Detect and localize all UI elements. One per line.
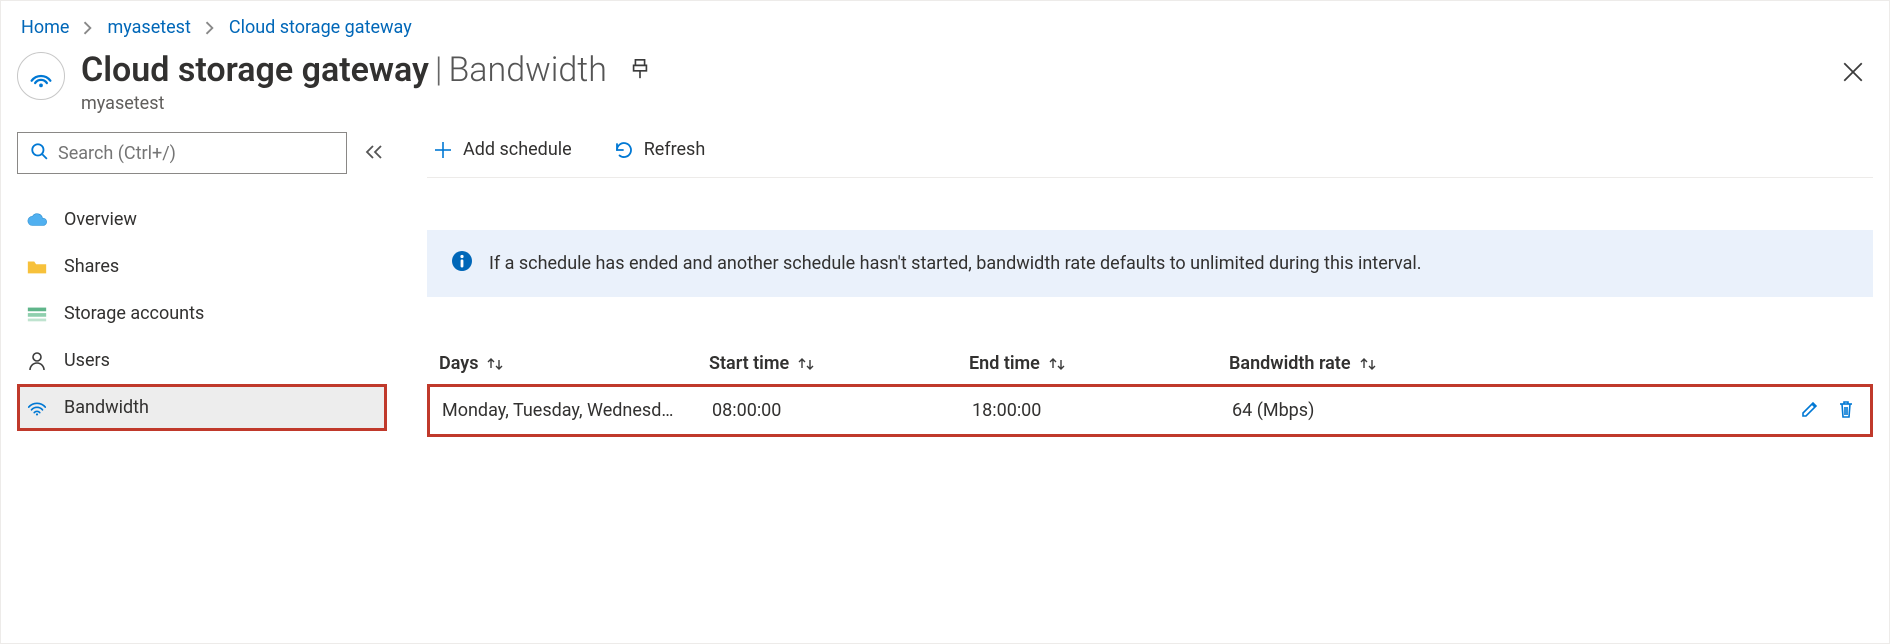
sidebar-item-label: Shares xyxy=(64,256,119,277)
chevron-right-icon xyxy=(83,21,93,35)
sidebar-item-label: Storage accounts xyxy=(64,303,204,324)
search-input-wrapper[interactable] xyxy=(17,132,347,174)
cell-days: Monday, Tuesday, Wednesd… xyxy=(442,400,712,421)
toolbar: Add schedule Refresh xyxy=(427,132,1873,178)
sidebar-item-users[interactable]: Users xyxy=(17,337,387,384)
sidebar-item-label: Overview xyxy=(64,209,137,230)
info-banner: If a schedule has ended and another sche… xyxy=(427,230,1873,297)
table-header: Days Start time End time xyxy=(427,343,1873,384)
search-input[interactable] xyxy=(56,142,334,165)
cell-end-time: 18:00:00 xyxy=(972,400,1232,421)
info-message: If a schedule has ended and another sche… xyxy=(489,253,1422,274)
add-schedule-button[interactable]: Add schedule xyxy=(427,138,578,161)
schedule-table: Days Start time End time xyxy=(427,343,1873,437)
column-header-end-time[interactable]: End time xyxy=(969,353,1229,374)
chevron-right-icon xyxy=(205,21,215,35)
page-title: Cloud storage gateway|Bandwidth xyxy=(81,52,607,89)
refresh-button[interactable]: Refresh xyxy=(608,138,712,161)
resource-subtitle: myasetest xyxy=(81,93,655,114)
cell-start-time: 08:00:00 xyxy=(712,400,972,421)
table-row[interactable]: Monday, Tuesday, Wednesd… 08:00:00 18:00… xyxy=(427,384,1873,437)
sort-icon xyxy=(1359,356,1377,372)
user-icon xyxy=(24,351,50,371)
column-header-start-time[interactable]: Start time xyxy=(709,353,969,374)
sort-icon xyxy=(797,356,815,372)
cell-bandwidth-rate: 64 (Mbps) xyxy=(1232,400,1778,421)
close-button[interactable] xyxy=(1839,58,1867,89)
breadcrumb-home[interactable]: Home xyxy=(21,17,69,38)
column-header-bandwidth-rate[interactable]: Bandwidth rate xyxy=(1229,353,1781,374)
edit-row-button[interactable] xyxy=(1798,397,1822,424)
gateway-icon xyxy=(17,52,65,100)
pin-button[interactable] xyxy=(625,54,655,87)
refresh-label: Refresh xyxy=(644,139,706,160)
breadcrumb: Home myasetest Cloud storage gateway xyxy=(17,11,1873,48)
sidebar: Overview Shares Storage accounts Users xyxy=(17,132,387,437)
content: Add schedule Refresh If a schedule has e… xyxy=(387,132,1873,437)
breadcrumb-blade[interactable]: Cloud storage gateway xyxy=(229,17,412,38)
delete-row-button[interactable] xyxy=(1834,397,1858,424)
sidebar-item-bandwidth[interactable]: Bandwidth xyxy=(17,384,387,431)
sidebar-item-overview[interactable]: Overview xyxy=(17,196,387,243)
storage-icon xyxy=(24,305,50,323)
sort-icon xyxy=(486,356,504,372)
sidebar-item-label: Bandwidth xyxy=(64,397,149,418)
cloud-icon xyxy=(24,211,50,229)
column-header-days[interactable]: Days xyxy=(439,353,709,374)
sidebar-item-label: Users xyxy=(64,350,110,371)
wifi-icon xyxy=(24,399,50,417)
breadcrumb-resource[interactable]: myasetest xyxy=(107,17,190,38)
collapse-sidebar-button[interactable] xyxy=(361,140,387,167)
folder-icon xyxy=(24,258,50,276)
sidebar-item-storage-accounts[interactable]: Storage accounts xyxy=(17,290,387,337)
sidebar-item-shares[interactable]: Shares xyxy=(17,243,387,290)
add-schedule-label: Add schedule xyxy=(463,139,572,160)
sort-icon xyxy=(1048,356,1066,372)
search-icon xyxy=(30,142,48,165)
info-icon xyxy=(451,250,473,277)
